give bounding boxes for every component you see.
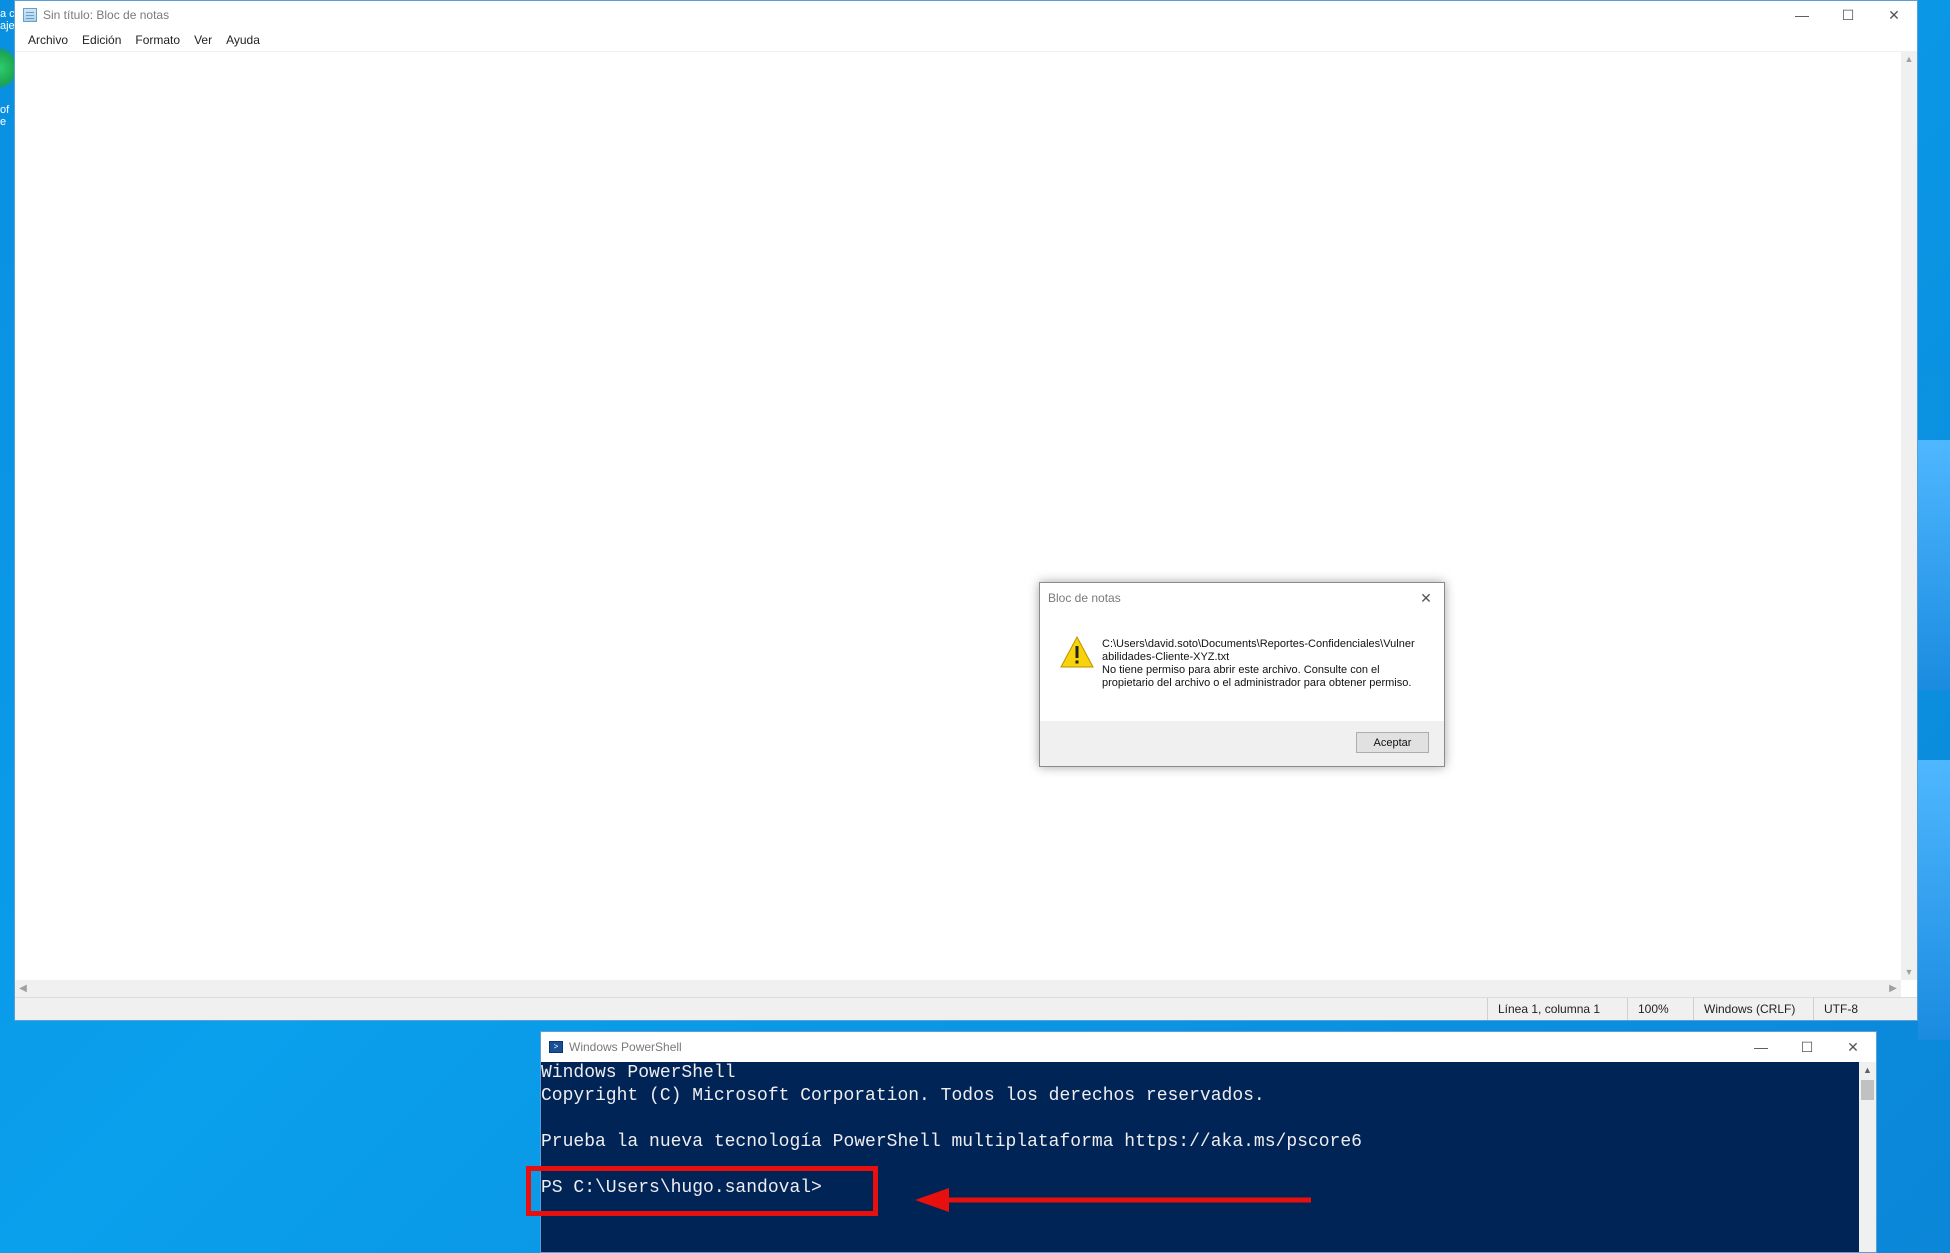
minimize-button[interactable]: — [1738, 1032, 1784, 1062]
desktop-icon-label-fragment: aje [0, 20, 15, 32]
menu-formato[interactable]: Formato [128, 33, 187, 47]
scroll-thumb[interactable] [1861, 1080, 1874, 1100]
close-button[interactable]: ✕ [1871, 1, 1917, 29]
desktop-icon-label-fragment: of [0, 104, 10, 116]
console-line: Copyright (C) Microsoft Corporation. Tod… [541, 1086, 1265, 1106]
menu-archivo[interactable]: Archivo [21, 33, 75, 47]
powershell-scrollbar[interactable]: ▲ [1859, 1062, 1876, 1252]
minimize-button[interactable]: — [1779, 1, 1825, 29]
maximize-icon: ☐ [1841, 6, 1855, 23]
close-icon: ✕ [1888, 6, 1900, 23]
dialog-close-button[interactable]: ✕ [1414, 583, 1438, 613]
powershell-title-bar[interactable]: > Windows PowerShell — ☐ ✕ [541, 1032, 1876, 1062]
minimize-icon: — [1754, 1039, 1768, 1055]
minimize-icon: — [1795, 7, 1809, 23]
maximize-icon: ☐ [1800, 1038, 1814, 1055]
scroll-right-icon[interactable]: ▶ [1885, 980, 1901, 998]
dialog-footer: Aceptar [1040, 721, 1444, 766]
close-icon: ✕ [1420, 590, 1432, 606]
maximize-button[interactable]: ☐ [1825, 1, 1871, 29]
console-line: Prueba la nueva tecnología PowerShell mu… [541, 1132, 1362, 1152]
close-button[interactable]: ✕ [1830, 1032, 1876, 1062]
accept-button[interactable]: Aceptar [1356, 732, 1429, 753]
warning-icon [1060, 636, 1094, 668]
dialog-title-bar[interactable]: Bloc de notas ✕ [1040, 583, 1444, 613]
close-icon: ✕ [1847, 1038, 1859, 1055]
status-line-ending: Windows (CRLF) [1693, 998, 1813, 1020]
horizontal-scrollbar[interactable]: ◀ ▶ [15, 980, 1901, 998]
powershell-window: > Windows PowerShell — ☐ ✕ Windows Power… [540, 1031, 1877, 1253]
powershell-app-icon: > [549, 1041, 563, 1053]
dialog-message: C:\Users\david.soto\Documents\Reportes-C… [1102, 638, 1420, 690]
status-encoding: UTF-8 [1813, 998, 1917, 1020]
desktop-icon-label-fragment: a c [0, 8, 15, 20]
desktop-icon-label-fragment: e [0, 116, 7, 128]
dialog-title: Bloc de notas [1048, 591, 1121, 605]
powershell-console[interactable]: Windows PowerShell Copyright (C) Microso… [541, 1062, 1859, 1252]
status-position: Línea 1, columna 1 [1487, 998, 1627, 1020]
status-zoom: 100% [1627, 998, 1693, 1020]
text-editor-area[interactable] [15, 51, 1901, 980]
desktop-wallpaper-highlight [1918, 440, 1950, 690]
maximize-button[interactable]: ☐ [1784, 1032, 1830, 1062]
notepad-title: Sin título: Bloc de notas [43, 8, 170, 22]
vertical-scrollbar[interactable]: ▲ ▼ [1901, 51, 1917, 980]
status-bar: Línea 1, columna 1 100% Windows (CRLF) U… [15, 997, 1917, 1020]
notepad-title-bar[interactable]: Sin título: Bloc de notas — ☐ ✕ [15, 1, 1917, 29]
error-dialog: Bloc de notas ✕ C:\Users\david.soto\Docu… [1039, 582, 1445, 767]
scroll-left-icon[interactable]: ◀ [15, 980, 31, 998]
menu-ayuda[interactable]: Ayuda [219, 33, 267, 47]
annotation-arrow-icon [915, 1188, 1311, 1212]
scroll-up-icon[interactable]: ▲ [1901, 51, 1917, 67]
dialog-file-path: C:\Users\david.soto\Documents\Reportes-C… [1102, 638, 1415, 663]
menu-ver[interactable]: Ver [187, 33, 219, 47]
desktop-app-icon[interactable] [0, 48, 14, 88]
annotation-highlight-box [526, 1166, 878, 1216]
desktop-wallpaper-highlight [1918, 760, 1950, 1040]
notepad-app-icon [23, 8, 37, 22]
powershell-title: Windows PowerShell [569, 1040, 682, 1054]
menu-edicion[interactable]: Edición [75, 33, 128, 47]
scroll-down-icon[interactable]: ▼ [1901, 964, 1917, 980]
notepad-window: Sin título: Bloc de notas — ☐ ✕ Archivo … [14, 0, 1918, 1021]
dialog-error-text: No tiene permiso para abrir este archivo… [1102, 664, 1412, 689]
menu-bar: Archivo Edición Formato Ver Ayuda [15, 29, 1917, 51]
scroll-up-icon[interactable]: ▲ [1859, 1062, 1876, 1079]
console-line: Windows PowerShell [541, 1063, 736, 1083]
